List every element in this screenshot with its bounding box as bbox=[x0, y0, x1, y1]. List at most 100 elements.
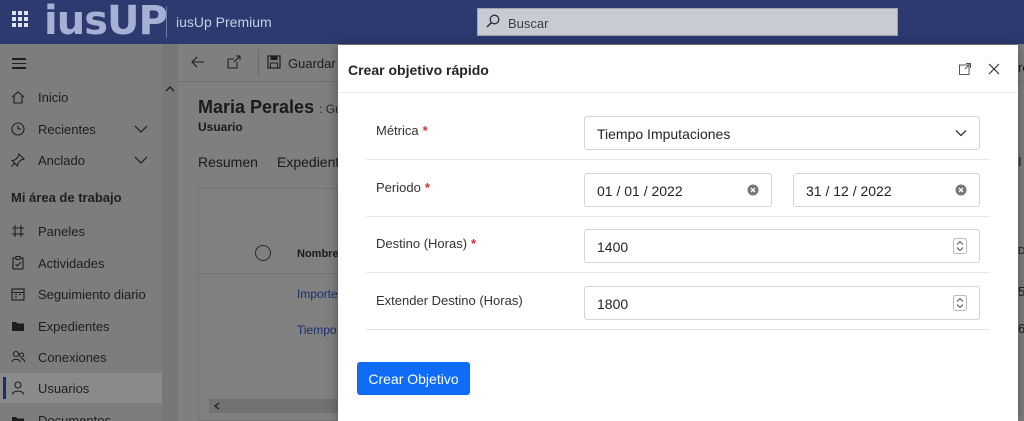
record-title: Maria Perales : Gua bbox=[198, 97, 348, 118]
field-label: Métrica * bbox=[376, 123, 428, 138]
sidebar-item-label: Inicio bbox=[38, 90, 69, 105]
sidebar-item-label: Actividades bbox=[38, 256, 105, 271]
expand-icon[interactable] bbox=[958, 62, 972, 76]
chevron-down-icon[interactable] bbox=[134, 155, 148, 165]
top-bar: iusUP iusUp Premium Buscar bbox=[0, 0, 1024, 44]
chevron-left-icon[interactable] bbox=[213, 402, 221, 410]
field-row-metrica: Métrica * Tiempo Imputaciones bbox=[366, 103, 990, 160]
dialog-title: Crear objetivo rápido bbox=[348, 62, 489, 78]
save-icon bbox=[267, 55, 281, 69]
document-icon bbox=[12, 417, 24, 421]
edge-text: 6 bbox=[1018, 321, 1024, 336]
grid-row-link[interactable]: Importe bbox=[297, 287, 338, 301]
required-marker: * bbox=[422, 123, 428, 138]
field-label: Periodo * bbox=[376, 180, 430, 195]
record-type: Usuario bbox=[198, 120, 243, 134]
dialog-header: Crear objetivo rápido bbox=[338, 45, 1018, 93]
sidebar-item-documentos[interactable]: Documentos bbox=[0, 405, 162, 421]
sidebar-item-anclado[interactable]: Anclado bbox=[0, 145, 162, 175]
clear-icon[interactable] bbox=[955, 184, 967, 196]
metrica-select[interactable]: Tiempo Imputaciones bbox=[584, 116, 980, 150]
horizontal-scrollbar[interactable] bbox=[209, 399, 339, 413]
search-placeholder: Buscar bbox=[508, 16, 549, 31]
divider bbox=[199, 273, 339, 274]
user-icon bbox=[11, 381, 25, 395]
sidebar-item-usuarios[interactable]: Usuarios bbox=[0, 373, 162, 403]
sidebar-item-recientes[interactable]: Recientes bbox=[0, 114, 162, 144]
spinner-icon[interactable] bbox=[953, 295, 967, 311]
sidebar-item-label: Recientes bbox=[38, 122, 96, 137]
edge-text: 5 bbox=[1018, 284, 1024, 299]
clipboard-icon bbox=[12, 256, 24, 270]
edge-text: D bbox=[1018, 246, 1024, 257]
app-launcher-icon[interactable] bbox=[12, 11, 28, 27]
folder-icon bbox=[12, 322, 24, 331]
sidebar-item-label: Paneles bbox=[38, 224, 85, 239]
sidebar-item-label: Usuarios bbox=[38, 381, 90, 396]
select-value: Tiempo Imputaciones bbox=[597, 126, 731, 142]
chevron-down-icon bbox=[955, 130, 967, 137]
sidebar-item-paneles[interactable]: Paneles bbox=[0, 216, 162, 246]
spinner-icon[interactable] bbox=[953, 238, 967, 254]
dashboard-icon bbox=[12, 225, 24, 237]
section-title: Mi área de trabajo bbox=[11, 190, 122, 205]
end-date-value: 31 / 12 / 2022 bbox=[806, 183, 892, 199]
app-title[interactable]: iusUp Premium bbox=[176, 14, 272, 30]
tab-expedientes[interactable]: Expedient bbox=[277, 154, 339, 170]
close-icon[interactable] bbox=[987, 62, 1001, 76]
hamburger-menu-icon[interactable] bbox=[12, 58, 26, 69]
home-icon bbox=[11, 91, 25, 104]
chevron-up-icon[interactable] bbox=[165, 84, 175, 94]
divider bbox=[258, 50, 259, 76]
open-new-window-icon[interactable] bbox=[226, 54, 242, 70]
extender-destino-number-input[interactable]: 1800 bbox=[584, 286, 980, 320]
search-icon bbox=[486, 14, 500, 28]
select-all-radio[interactable] bbox=[255, 245, 271, 261]
active-indicator bbox=[3, 377, 6, 399]
field-label: Extender Destino (Horas) bbox=[376, 293, 523, 308]
destino-number-input[interactable]: 1400 bbox=[584, 229, 980, 263]
crear-objetivo-button[interactable]: Crear Objetivo bbox=[357, 362, 470, 395]
people-icon bbox=[11, 350, 25, 363]
calendar-icon bbox=[11, 288, 25, 301]
field-row-periodo: Periodo * 01 / 01 / 2022 31 / 12 / 2022 bbox=[366, 160, 990, 217]
column-header-nombre[interactable]: Nombre bbox=[297, 248, 339, 260]
edge-text: re bbox=[1018, 60, 1024, 75]
sidebar-item-label: Conexiones bbox=[38, 350, 107, 365]
sidebar-item-label: Expedientes bbox=[38, 319, 110, 334]
sidebar-item-actividades[interactable]: Actividades bbox=[0, 248, 162, 278]
pin-icon bbox=[10, 152, 26, 168]
clear-icon[interactable] bbox=[747, 184, 759, 196]
sidebar-item-conexiones[interactable]: Conexiones bbox=[0, 342, 162, 372]
quick-create-dialog: Crear objetivo rápido Métrica * Tiempo Im… bbox=[338, 45, 1018, 421]
sidebar: Inicio Recientes Anclado Mi área de trab… bbox=[0, 44, 162, 421]
input-value: 1400 bbox=[597, 239, 629, 255]
edge-text: I bbox=[1018, 154, 1022, 169]
field-label-text: Métrica bbox=[376, 123, 419, 138]
sidebar-scrollbar[interactable] bbox=[162, 44, 178, 421]
record-name: Maria Perales bbox=[198, 97, 315, 117]
sidebar-item-label: Seguimiento diario bbox=[38, 287, 146, 302]
end-date-input[interactable]: 31 / 12 / 2022 bbox=[793, 173, 980, 207]
background-right-edge: re I D 5 6 bbox=[1018, 44, 1024, 421]
sidebar-item-inicio[interactable]: Inicio bbox=[0, 82, 162, 112]
field-row-destino: Destino (Horas) * 1400 bbox=[366, 216, 990, 273]
save-button[interactable]: Guardar bbox=[288, 56, 336, 71]
required-marker: * bbox=[424, 180, 430, 195]
input-value: 1800 bbox=[597, 296, 629, 312]
clock-icon bbox=[11, 122, 25, 136]
start-date-value: 01 / 01 / 2022 bbox=[597, 183, 683, 199]
tab-resumen[interactable]: Resumen bbox=[198, 154, 258, 170]
sidebar-item-label: Documentos bbox=[38, 413, 111, 421]
field-row-extender-destino: Extender Destino (Horas) 1800 bbox=[366, 273, 990, 330]
sidebar-item-expedientes[interactable]: Expedientes bbox=[0, 311, 162, 341]
field-label-text: Periodo bbox=[376, 180, 421, 195]
grid-row-link[interactable]: Tiempo bbox=[297, 323, 337, 337]
start-date-input[interactable]: 01 / 01 / 2022 bbox=[584, 173, 772, 207]
sidebar-item-label: Anclado bbox=[38, 153, 85, 168]
back-arrow-icon[interactable] bbox=[190, 54, 206, 70]
sidebar-item-seguimiento-diario[interactable]: Seguimiento diario bbox=[0, 279, 162, 309]
search-input[interactable]: Buscar bbox=[477, 8, 898, 36]
chevron-down-icon[interactable] bbox=[134, 124, 148, 134]
field-label-text: Destino (Horas) bbox=[376, 236, 468, 251]
